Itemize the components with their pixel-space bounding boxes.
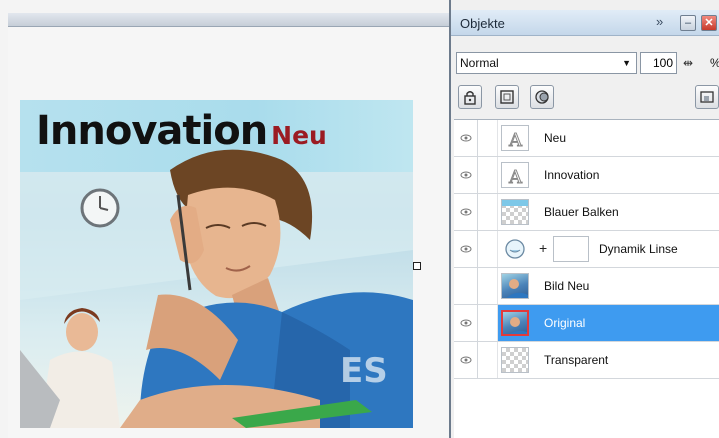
layer-row[interactable]: Bild Neu [454,268,719,305]
blue-bar-swatch [502,200,528,206]
layer-row[interactable]: + Dynamik Linse [454,231,719,268]
layer-spacer [478,120,498,156]
canvas-image[interactable]: ES Innovation Neu [20,100,413,428]
minimize-icon[interactable]: – [680,15,696,31]
layer-name: Innovation [544,168,600,182]
layer-properties-icon[interactable] [695,85,719,109]
resize-handle[interactable] [413,262,421,270]
canvas-ruler-bar [8,13,449,27]
layer-name: Dynamik Linse [599,242,678,256]
lock-icon[interactable] [458,85,482,109]
layer-list: A Neu A Innovation Blauer Balken + Dynam… [454,119,719,379]
layer-row[interactable]: Transparent [454,342,719,379]
blend-mode-value: Normal [460,56,499,70]
plus-icon: + [539,240,548,256]
text-icon: A [501,125,529,151]
expand-chevron-icon[interactable]: » [656,14,663,29]
opacity-unit: % [710,52,719,74]
layer-spacer [478,305,498,341]
close-icon[interactable]: ✕ [701,15,717,31]
layer-spacer [478,268,498,304]
blue-bar-thumbnail [501,199,529,225]
layer-row[interactable]: Blauer Balken [454,194,719,231]
transparent-thumbnail [501,347,529,373]
headline: Innovation Neu [36,108,327,154]
eye-icon[interactable] [454,194,478,230]
layer-name: Transparent [544,353,609,367]
objects-panel: Objekte » – ✕ Normal ▼ 100 ⇹ % A Neu [449,0,719,438]
opacity-input[interactable]: 100 [640,52,677,74]
eye-icon[interactable] [454,231,478,267]
svg-text:A: A [508,130,523,151]
photo-thumbnail [501,273,529,299]
lens-icon[interactable] [530,85,554,109]
opacity-slider-icon[interactable]: ⇹ [679,52,697,74]
layer-name: Blauer Balken [544,205,619,219]
layer-row[interactable]: A Neu [454,120,719,157]
visibility-toggle[interactable] [454,268,478,304]
panel-title-bar[interactable]: Objekte » – ✕ [451,10,719,36]
layer-spacer [478,157,498,193]
text-icon: A [501,162,529,188]
photo-thumbnail [501,310,529,336]
mask-icon[interactable] [495,85,519,109]
svg-text:ES: ES [340,351,388,391]
chevron-down-icon: ▼ [622,58,631,68]
headline-main-text: Innovation [36,108,268,154]
svg-text:A: A [508,167,523,188]
eye-icon[interactable] [454,342,478,378]
layer-name: Bild Neu [544,279,590,293]
lens-icon [504,238,526,260]
mask-thumbnail[interactable] [553,236,589,262]
eye-icon[interactable] [454,305,478,341]
headline-sub-text: Neu [271,121,327,150]
blend-mode-select[interactable]: Normal ▼ [456,52,637,74]
eye-icon[interactable] [454,157,478,193]
layer-row[interactable]: A Innovation [454,157,719,194]
eye-icon[interactable] [454,120,478,156]
layer-name: Neu [544,131,567,145]
canvas-area[interactable]: ES Innovation Neu [0,0,449,438]
panel-title: Objekte [460,16,505,31]
layer-name: Original [544,316,586,330]
layer-spacer [478,194,498,230]
layer-spacer [478,231,498,267]
layer-row-selected[interactable]: Original [454,305,719,342]
layer-list-empty-area[interactable] [454,379,719,438]
layer-spacer [478,342,498,378]
